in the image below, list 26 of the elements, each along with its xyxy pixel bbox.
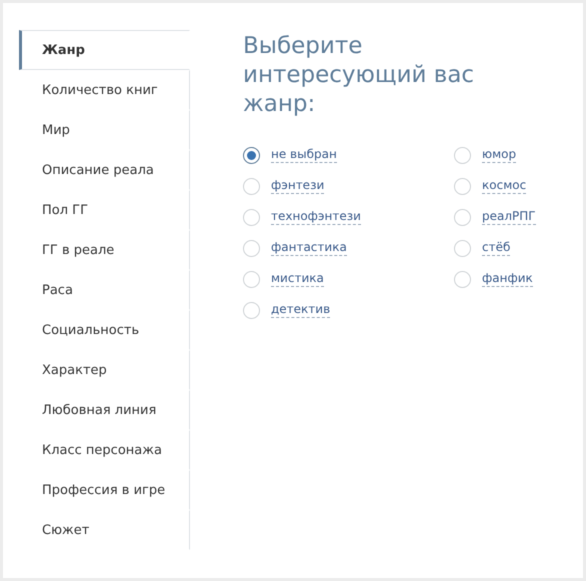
option-label[interactable]: космос xyxy=(482,178,526,194)
option-label[interactable]: мистика xyxy=(271,271,324,287)
sidebar-item[interactable]: Социальность xyxy=(19,310,190,350)
option-label[interactable]: детектив xyxy=(271,302,330,318)
option-label[interactable]: фэнтези xyxy=(271,178,324,194)
sidebar-item[interactable]: Жанр xyxy=(19,30,190,70)
option-label[interactable]: фанфик xyxy=(482,271,533,287)
sidebar-item[interactable]: Количество книг xyxy=(19,70,190,110)
page-title: Выберите интересующий вас жанр: xyxy=(243,32,476,119)
sidebar-item[interactable]: Любовная линия xyxy=(19,390,190,430)
sidebar-item[interactable]: Характер xyxy=(19,350,190,390)
sidebar-item[interactable]: ГГ в реале xyxy=(19,230,190,270)
option-label[interactable]: стёб xyxy=(482,240,510,256)
sidebar-item[interactable]: Пол ГГ xyxy=(19,190,190,230)
option-label[interactable]: юмор xyxy=(482,147,516,163)
option-label[interactable]: реалРПГ xyxy=(482,209,536,225)
sidebar-item[interactable]: Мир xyxy=(19,110,190,150)
sidebar-item[interactable]: Профессия в игре xyxy=(19,470,190,510)
sidebar-item[interactable]: Сюжет xyxy=(19,510,190,550)
option-label[interactable]: не выбран xyxy=(271,147,337,163)
option-label[interactable]: фантастика xyxy=(271,240,347,256)
radio-button[interactable] xyxy=(243,146,260,164)
sidebar-item[interactable]: Описание реала xyxy=(19,150,190,190)
option-label[interactable]: технофэнтези xyxy=(271,209,361,225)
sidebar-item[interactable]: Класс персонажа xyxy=(19,430,190,470)
sidebar-item[interactable]: Раса xyxy=(19,270,190,310)
